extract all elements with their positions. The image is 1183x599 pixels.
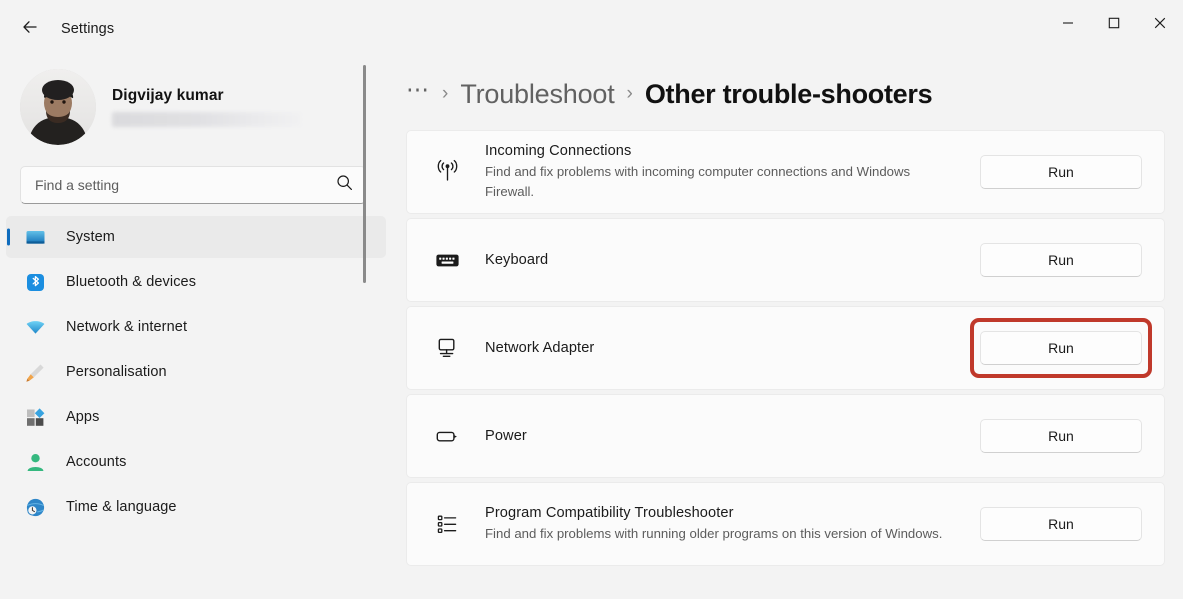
troubleshooter-text: Power	[485, 428, 980, 444]
troubleshooter-list: Incoming Connections Find and fix proble…	[406, 130, 1165, 566]
run-button-wrap: Run	[980, 155, 1142, 189]
window-body: Digvijay kumar	[0, 58, 1183, 599]
troubleshooter-title: Network Adapter	[485, 340, 964, 356]
sidebar-item-label: Time & language	[66, 499, 177, 515]
page-title: Other trouble-shooters	[645, 79, 932, 110]
app-title: Settings	[61, 21, 114, 37]
account-email-redacted	[112, 112, 302, 127]
run-button[interactable]: Run	[980, 419, 1142, 453]
troubleshooter-title: Power	[485, 428, 964, 444]
troubleshooter-description: Find and fix problems with incoming comp…	[485, 162, 955, 200]
sidebar-item-label: Accounts	[66, 454, 126, 470]
troubleshooter-row-program-compatibility[interactable]: Program Compatibility Troubleshooter Fin…	[406, 482, 1165, 566]
troubleshooter-description: Find and fix problems with running older…	[485, 524, 955, 543]
account-name: Digvijay kumar	[112, 87, 302, 105]
back-button[interactable]	[11, 13, 49, 45]
troubleshooter-text: Network Adapter	[485, 340, 980, 356]
run-button[interactable]: Run	[980, 507, 1142, 541]
sidebar-item-system[interactable]: System	[6, 216, 386, 258]
troubleshooter-title: Incoming Connections	[485, 143, 964, 159]
sidebar-item-label: Personalisation	[66, 364, 167, 380]
troubleshooter-text: Keyboard	[485, 252, 980, 268]
clock-globe-icon	[24, 496, 46, 518]
sidebar-item-time-language[interactable]: Time & language	[6, 486, 386, 528]
settings-window: Settings	[0, 0, 1183, 599]
account-card[interactable]: Digvijay kumar	[20, 64, 396, 150]
person-icon	[24, 451, 46, 473]
troubleshooter-row-power[interactable]: Power Run	[406, 394, 1165, 478]
wifi-icon	[24, 316, 46, 338]
sidebar: Digvijay kumar	[0, 58, 396, 599]
sidebar-item-label: Apps	[66, 409, 99, 425]
sidebar-item-bluetooth-devices[interactable]: Bluetooth & devices	[6, 261, 386, 303]
troubleshooter-title: Program Compatibility Troubleshooter	[485, 505, 964, 521]
avatar	[20, 69, 96, 145]
apps-grid-icon	[24, 406, 46, 428]
title-bar: Settings	[0, 0, 1183, 58]
minimize-button[interactable]	[1045, 0, 1091, 46]
sidebar-item-personalisation[interactable]: Personalisation	[6, 351, 386, 393]
battery-icon	[427, 423, 467, 450]
sidebar-item-label: Bluetooth & devices	[66, 274, 196, 290]
troubleshooter-text: Program Compatibility Troubleshooter Fin…	[485, 505, 980, 543]
close-icon	[1154, 17, 1166, 29]
troubleshooter-row-network-adapter[interactable]: Network Adapter Run	[406, 306, 1165, 390]
maximize-button[interactable]	[1091, 0, 1137, 46]
breadcrumb-separator: ›	[442, 83, 448, 105]
troubleshooter-row-keyboard[interactable]: Keyboard Run	[406, 218, 1165, 302]
window-caption-buttons	[1045, 0, 1183, 46]
run-button-wrap-highlighted: Run	[980, 331, 1142, 365]
display-monitor-icon	[24, 226, 46, 248]
bluetooth-icon	[24, 271, 46, 293]
breadcrumb-overflow-button[interactable]: ⋯	[406, 78, 430, 111]
run-button-wrap: Run	[980, 419, 1142, 453]
search-icon[interactable]	[336, 174, 353, 196]
search-input[interactable]	[35, 177, 336, 193]
sidebar-item-label: System	[66, 229, 115, 245]
list-settings-icon	[427, 511, 467, 538]
troubleshooter-title: Keyboard	[485, 252, 964, 268]
paintbrush-icon	[24, 361, 46, 383]
maximize-icon	[1108, 17, 1120, 29]
sidebar-item-label: Network & internet	[66, 319, 187, 335]
sidebar-scrollbar-thumb[interactable]	[363, 65, 366, 283]
run-button[interactable]: Run	[980, 331, 1142, 365]
account-text: Digvijay kumar	[112, 87, 302, 127]
troubleshooter-text: Incoming Connections Find and fix proble…	[485, 143, 980, 200]
avatar-photo	[20, 69, 96, 145]
close-button[interactable]	[1137, 0, 1183, 46]
run-button-wrap: Run	[980, 507, 1142, 541]
breadcrumb-separator: ›	[627, 83, 633, 105]
sidebar-item-apps[interactable]: Apps	[6, 396, 386, 438]
troubleshooter-row-incoming-connections[interactable]: Incoming Connections Find and fix proble…	[406, 130, 1165, 214]
sidebar-nav: System Bluetooth & devices	[0, 216, 396, 528]
breadcrumb-link-troubleshoot[interactable]: Troubleshoot	[460, 79, 614, 110]
sidebar-item-network-internet[interactable]: Network & internet	[6, 306, 386, 348]
sidebar-item-accounts[interactable]: Accounts	[6, 441, 386, 483]
broadcast-antenna-icon	[427, 159, 467, 186]
breadcrumb: ⋯ › Troubleshoot › Other trouble-shooter…	[406, 58, 1165, 130]
search-box[interactable]	[20, 166, 366, 204]
back-arrow-icon	[20, 17, 40, 42]
run-button[interactable]: Run	[980, 155, 1142, 189]
keyboard-icon	[427, 247, 467, 274]
network-adapter-icon	[427, 335, 467, 362]
main-content: ⋯ › Troubleshoot › Other trouble-shooter…	[396, 58, 1183, 599]
run-button[interactable]: Run	[980, 243, 1142, 277]
minimize-icon	[1062, 17, 1074, 29]
run-button-wrap: Run	[980, 243, 1142, 277]
